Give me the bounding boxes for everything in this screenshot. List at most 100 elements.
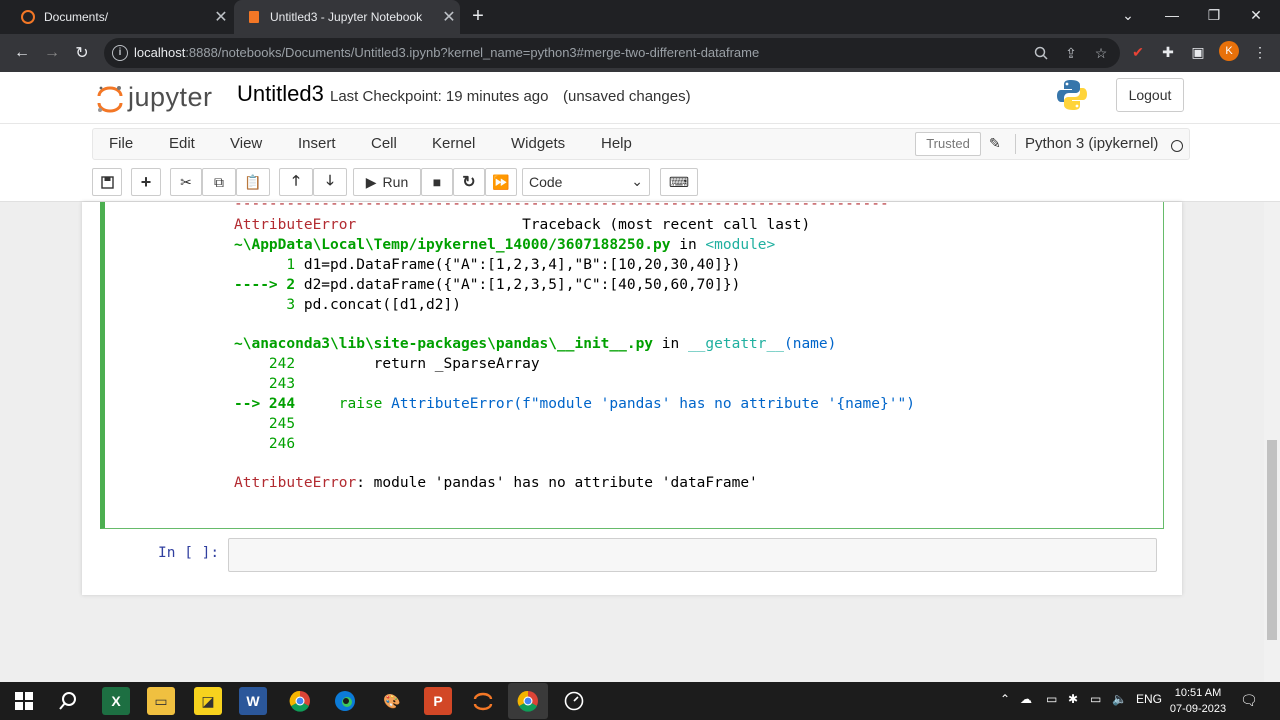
jupyter-header: jupyter Untitled3 Last Checkpoint: 19 mi… — [0, 72, 1280, 124]
notebook-name[interactable]: Untitled3 — [237, 81, 324, 107]
address-url[interactable]: localhost:8888/notebooks/Documents/Untit… — [134, 45, 759, 60]
paint-icon[interactable]: 🎨 — [378, 687, 406, 715]
onedrive-cloud-icon[interactable]: ☁ — [1020, 692, 1032, 706]
back-arrow-icon[interactable]: ← — [8, 39, 36, 67]
jupyter-logo[interactable]: jupyter — [96, 80, 226, 116]
tab-title: Documents/ — [44, 10, 109, 24]
move-up-icon[interactable]: 🡑 — [279, 168, 313, 196]
copy-icon[interactable]: ⧉ — [202, 168, 236, 196]
windows-start-icon[interactable] — [10, 687, 38, 715]
menu-help[interactable]: Help — [601, 135, 632, 152]
traceback-header-line: AttributeError Traceback (most recent ca… — [234, 217, 811, 233]
kernel-idle-indicator-icon — [1171, 140, 1183, 152]
volume-icon[interactable]: 🔈 — [1112, 692, 1127, 706]
zoom-icon[interactable] — [1032, 44, 1050, 62]
insert-cell-icon[interactable]: + — [131, 168, 161, 196]
fast-forward-icon[interactable]: ⏩ — [485, 168, 517, 196]
restart-icon[interactable]: ↻ — [453, 168, 485, 196]
profile-avatar[interactable]: K — [1219, 41, 1239, 61]
run-label: Run — [382, 174, 409, 190]
menu-kernel[interactable]: Kernel — [432, 135, 475, 152]
stop-icon[interactable]: ■ — [421, 168, 453, 196]
close-tab-icon[interactable]: ✕ — [210, 7, 232, 27]
frame1-line2: ----> 2 d2=pd.dataFrame({"A":[1,2,3,5],"… — [234, 277, 741, 293]
frame2-line242: 242 return _SparseArray — [234, 356, 540, 372]
edge-icon[interactable] — [331, 687, 359, 715]
jupyter-logo-icon — [97, 86, 123, 113]
edit-pencil-icon[interactable]: ✎ — [989, 135, 1001, 152]
speedometer-icon[interactable] — [560, 687, 588, 715]
language-indicator[interactable]: ENG — [1136, 692, 1162, 706]
frame2-line243: 243 — [234, 376, 304, 392]
run-button[interactable]: ▶ Run — [353, 168, 421, 196]
chrome-icon[interactable] — [286, 687, 314, 715]
final-error-line: AttributeError: module 'pandas' has no a… — [234, 475, 758, 491]
cell-type-value: Code — [529, 174, 563, 190]
menu-insert[interactable]: Insert — [298, 135, 336, 152]
notification-icon[interactable]: 🗨 — [1240, 692, 1258, 709]
sticky-notes-icon[interactable]: ◪ — [194, 687, 222, 715]
frame2-location: ~\anaconda3\lib\site-packages\pandas\__i… — [234, 336, 837, 352]
forward-arrow-icon[interactable]: → — [38, 39, 66, 67]
kernel-separator — [1015, 134, 1016, 154]
new-tab-button[interactable]: + — [466, 4, 490, 28]
extension-check-icon[interactable]: ✔ — [1128, 42, 1148, 62]
clock-time: 10:51 AM — [1174, 687, 1222, 699]
save-icon[interactable] — [92, 168, 122, 196]
menu-file[interactable]: File — [109, 135, 133, 152]
menu-view[interactable]: View — [230, 135, 262, 152]
clock-date: 07-09-2023 — [1169, 703, 1227, 715]
logout-button[interactable]: Logout — [1116, 78, 1184, 112]
notebook-site: ----------------------------------------… — [0, 196, 1264, 682]
share-icon[interactable]: ⇪ — [1062, 44, 1080, 62]
file-explorer-icon[interactable]: ▭ — [147, 687, 175, 715]
browser-tab-notebook[interactable]: Untitled3 - Jupyter Notebook ✕ — [234, 0, 460, 34]
browser-toolbar: ← → ↻ i localhost:8888/notebooks/Documen… — [0, 34, 1280, 72]
windows-taskbar: X ▭ ◪ W 🎨 P ⌃ ☁ ▭ ✱ ▭ 🔈 ENG 10:51 AM 07-… — [0, 682, 1280, 720]
traceback-dashes: ----------------------------------------… — [234, 196, 889, 212]
close-tab-icon[interactable]: ✕ — [438, 7, 460, 27]
excel-icon[interactable]: X — [102, 687, 130, 715]
address-bar[interactable]: i localhost:8888/notebooks/Documents/Unt… — [104, 38, 1120, 68]
browser-tab-documents[interactable]: Documents/ ✕ — [8, 0, 232, 34]
move-down-icon[interactable]: 🡓 — [313, 168, 347, 196]
reload-icon[interactable]: ↻ — [68, 39, 96, 67]
maximize-icon[interactable]: ❐ — [1194, 0, 1234, 30]
notebook-favicon-icon — [246, 9, 262, 25]
close-window-icon[interactable]: ✕ — [1236, 0, 1276, 30]
frame1-location: ~\AppData\Local\Temp/ipykernel_14000/360… — [234, 237, 776, 253]
powerpoint-icon[interactable]: P — [424, 687, 452, 715]
empty-code-cell-input[interactable] — [228, 538, 1157, 572]
kernel-name[interactable]: Python 3 (ipykernel) — [1025, 135, 1158, 152]
bookmark-star-icon[interactable]: ☆ — [1092, 44, 1110, 62]
minimize-icon[interactable]: — — [1152, 0, 1192, 30]
cut-icon[interactable]: ✂ — [170, 168, 202, 196]
cell-type-select[interactable]: Code ⌄ — [522, 168, 650, 196]
autosave-status: (unsaved changes) — [563, 88, 691, 105]
bluetooth-icon[interactable]: ✱ — [1068, 692, 1078, 706]
page-scrollbar-thumb[interactable] — [1267, 440, 1277, 640]
search-icon[interactable] — [54, 687, 82, 715]
tray-chevron-up-icon[interactable]: ⌃ — [1000, 692, 1010, 706]
tab-title: Untitled3 - Jupyter Notebook — [270, 10, 423, 24]
browser-menu-icon[interactable]: ⋮ — [1250, 42, 1270, 62]
jupyter-app-icon[interactable] — [469, 687, 497, 715]
system-clock[interactable]: 10:51 AM 07-09-2023 — [1168, 685, 1228, 717]
tab-search-chevron-icon[interactable]: ⌄ — [1108, 0, 1148, 30]
word-icon[interactable]: W — [239, 687, 267, 715]
jupyter-favicon-icon — [20, 9, 36, 25]
paste-icon[interactable]: 📋 — [236, 168, 270, 196]
trusted-badge[interactable]: Trusted — [915, 132, 981, 156]
python-logo-icon — [1057, 80, 1087, 110]
keyboard-icon[interactable]: ⌨ — [660, 168, 698, 196]
battery-icon[interactable]: ▭ — [1090, 692, 1101, 706]
frame2-line246: 246 — [234, 436, 304, 452]
chrome-active-icon[interactable] — [508, 683, 548, 719]
menu-edit[interactable]: Edit — [169, 135, 195, 152]
site-info-icon[interactable]: i — [112, 45, 128, 61]
menu-cell[interactable]: Cell — [371, 135, 397, 152]
display-icon[interactable]: ▭ — [1046, 692, 1057, 706]
menu-widgets[interactable]: Widgets — [511, 135, 565, 152]
extensions-puzzle-icon[interactable]: ✚ — [1158, 42, 1178, 62]
side-panel-icon[interactable]: ▣ — [1188, 42, 1208, 62]
